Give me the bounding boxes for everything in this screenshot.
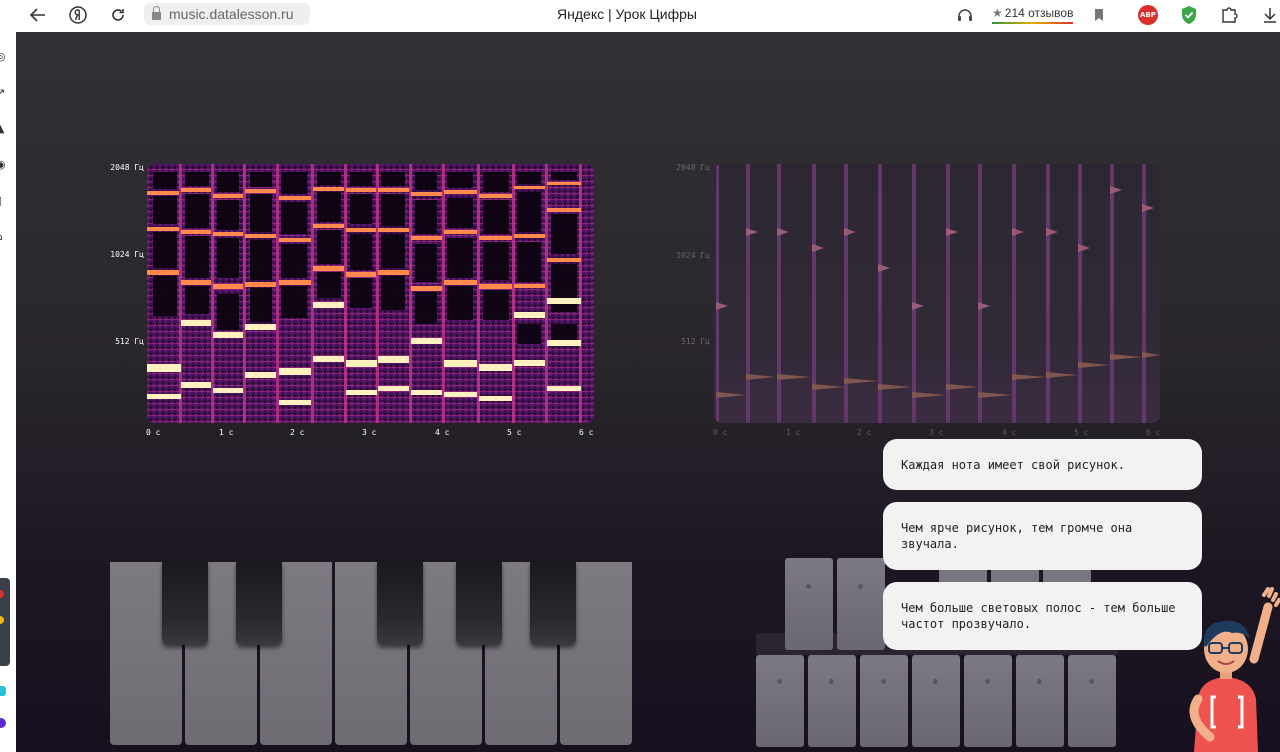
x-tick-label: 3 с [362, 428, 377, 437]
x-tick-label: 0 с [146, 428, 161, 437]
x-tick-label: 2 с [857, 428, 872, 437]
x-tick-label: 6 с [1146, 428, 1161, 437]
yandex-icon[interactable] [67, 4, 89, 26]
star-icon: ★ [992, 6, 1003, 20]
piano-black-key[interactable] [377, 562, 423, 645]
lock-icon [152, 6, 161, 20]
os-icon[interactable]: ▯ [0, 194, 2, 207]
os-icon[interactable]: ◉ [0, 158, 6, 171]
x-tick-label: 1 с [219, 428, 234, 437]
page-title: Яндекс | Урок Цифры [557, 6, 697, 22]
os-icon[interactable]: ↗ [0, 86, 5, 99]
reviews-link[interactable]: ★ 214 отзывов [992, 4, 1074, 24]
y-tick-label: 2048 Гц [676, 163, 710, 172]
url-text: music.datalesson.ru [169, 6, 294, 22]
mascot-boy [1176, 587, 1280, 752]
x-tick-label: 6 с [579, 428, 594, 437]
xylophone-bar[interactable] [964, 655, 1012, 747]
xylophone-bar[interactable] [837, 558, 885, 650]
y-tick-label: 512 Гц [681, 337, 710, 346]
os-icon[interactable]: ▲ [0, 122, 4, 135]
x-tick-label: 2 с [290, 428, 305, 437]
address-bar[interactable]: music.datalesson.ru [144, 3, 310, 25]
y-tick-label: 1024 Гц [110, 250, 144, 259]
bubble-text: Чем больше световых полос - тем больше ч… [901, 601, 1176, 631]
speech-bubble: Чем ярче рисунок, тем громче она звучала… [883, 502, 1202, 570]
piano-keyboard [110, 562, 632, 752]
speech-bubble: Каждая нота имеет свой рисунок. [883, 439, 1202, 490]
spectrogram-left [147, 164, 594, 423]
y-tick-label: 512 Гц [115, 337, 144, 346]
lesson-app: 2048 Гц 1024 Гц 512 Гц 0 с 1 с 2 с 3 с 4… [16, 32, 1280, 752]
extension-icon[interactable] [1218, 4, 1240, 26]
x-tick-label: 4 с [1002, 428, 1017, 437]
xylophone-bar[interactable] [785, 558, 833, 650]
y-tick-label: 1024 Гц [676, 251, 710, 260]
dock-app-icon[interactable] [0, 718, 6, 728]
x-tick-label: 1 с [786, 428, 801, 437]
download-icon[interactable] [1260, 4, 1280, 26]
adblock-label: ABP [1140, 11, 1156, 19]
xylophone-bar[interactable] [860, 655, 908, 747]
reload-icon[interactable] [108, 4, 128, 26]
bookmark-icon[interactable] [1091, 4, 1107, 26]
piano-black-key[interactable] [236, 562, 282, 645]
xylophone-bar[interactable] [1016, 655, 1064, 747]
piano-black-key[interactable] [456, 562, 502, 645]
reviews-count: 214 отзывов [1004, 6, 1074, 20]
shield-icon[interactable] [1178, 4, 1200, 26]
piano-black-key[interactable] [162, 562, 208, 645]
os-icon[interactable]: ◎ [0, 50, 6, 63]
x-tick-label: 4 с [435, 428, 450, 437]
browser-toolbar: music.datalesson.ru Яндекс | Урок Цифры … [0, 0, 1280, 32]
y-tick-label: 2048 Гц [110, 163, 144, 172]
dock-app-icon[interactable] [0, 686, 6, 696]
spectrogram-right [714, 164, 1160, 423]
xylophone-bar[interactable] [912, 655, 960, 747]
bubble-text: Чем ярче рисунок, тем громче она звучала… [901, 521, 1133, 551]
x-tick-label: 5 с [1074, 428, 1089, 437]
os-icon[interactable]: ⌂ [0, 230, 3, 243]
piano-black-key[interactable] [530, 562, 576, 645]
x-tick-label: 5 с [507, 428, 522, 437]
bubble-text: Каждая нота имеет свой рисунок. [901, 457, 1125, 472]
xylophone-bar[interactable] [1068, 655, 1116, 747]
x-tick-label: 0 с [713, 428, 728, 437]
adblock-icon[interactable]: ABP [1138, 5, 1158, 25]
back-arrow-icon[interactable] [28, 4, 48, 26]
xylophone-bar[interactable] [808, 655, 856, 747]
speech-bubble: Чем больше световых полос - тем больше ч… [883, 582, 1202, 650]
os-left-strip: ↲ ◎ ↗ ▲ ◉ ▯ ⌂ [0, 0, 16, 752]
x-tick-label: 3 с [929, 428, 944, 437]
headphones-icon[interactable] [955, 4, 975, 26]
xylophone-bar[interactable] [756, 655, 804, 747]
